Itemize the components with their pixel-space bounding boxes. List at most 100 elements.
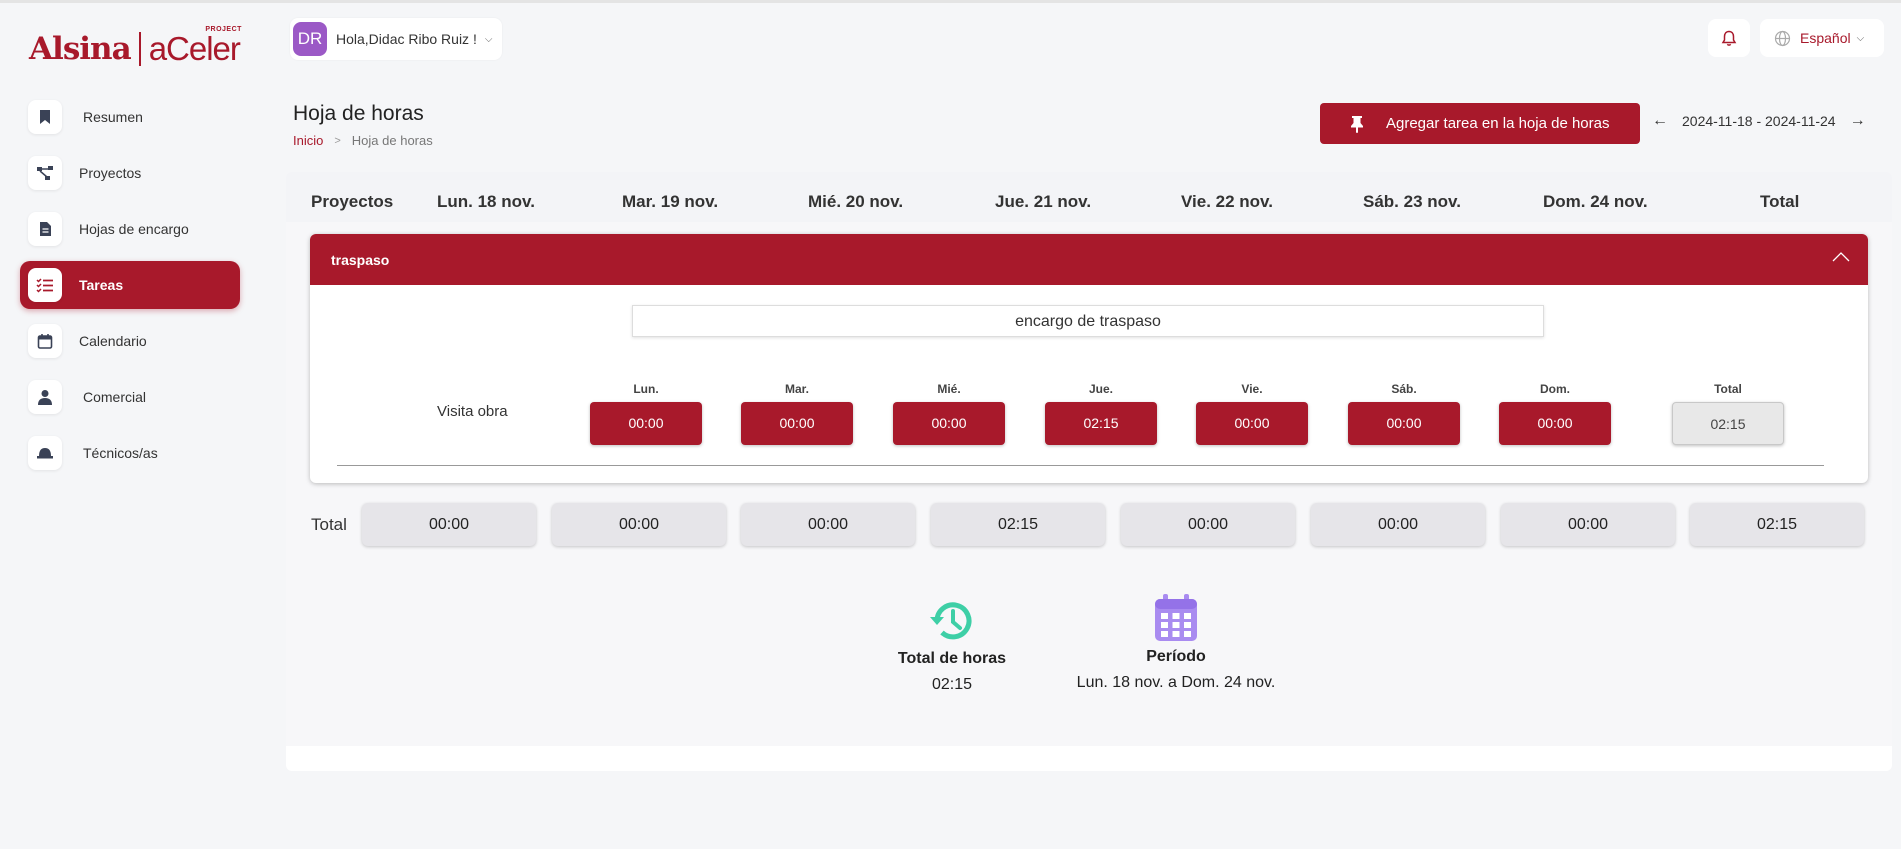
- calendar-icon: [1155, 594, 1197, 641]
- chevron-down-icon: ⌵: [1856, 32, 1865, 44]
- day-cell-fri: Vie. 00:00: [1196, 382, 1308, 445]
- column-header-tue: Mar. 19 nov.: [622, 192, 719, 211]
- total-fri: 00:00: [1121, 503, 1295, 546]
- total-week: 02:15: [1690, 503, 1864, 546]
- hours-input-tue[interactable]: 00:00: [741, 402, 853, 445]
- day-label: Jue.: [1088, 382, 1113, 396]
- week-range: 2024-11-18 - 2024-11-24: [1682, 113, 1836, 129]
- total-mon: 00:00: [362, 503, 536, 546]
- day-label: Vie.: [1241, 382, 1263, 396]
- project-name: traspaso: [331, 251, 390, 268]
- order-label: encargo de traspaso: [632, 305, 1544, 337]
- column-header-sun: Dom. 24 nov.: [1543, 192, 1648, 211]
- column-header-sat: Sáb. 23 nov.: [1363, 192, 1461, 211]
- sidebar-item-hojas-de-encargo[interactable]: Hojas de encargo: [20, 205, 240, 253]
- sidebar-item-label: Resumen: [83, 109, 143, 125]
- day-label: Dom.: [1540, 382, 1570, 396]
- top-border: [0, 0, 1901, 3]
- bookmark-icon: [28, 100, 62, 134]
- period-label: Período: [1146, 648, 1206, 665]
- day-cell-total: Total 02:15: [1672, 382, 1784, 445]
- hours-input-fri[interactable]: 00:00: [1196, 402, 1308, 445]
- user-menu[interactable]: DR Hola,Didac Ribo Ruiz ! ⌵: [290, 18, 502, 60]
- hours-input-mon[interactable]: 00:00: [590, 402, 702, 445]
- period-summary: Período Lun. 18 nov. a Dom. 24 nov.: [1056, 593, 1296, 692]
- total-hours-label: Total de horas: [897, 650, 1007, 667]
- sidebar-item-label: Tareas: [79, 277, 124, 293]
- total-sun: 00:00: [1501, 503, 1675, 546]
- day-label: Lun.: [633, 382, 659, 396]
- task-name: Visita obra: [437, 403, 508, 420]
- hours-input-thu[interactable]: 02:15: [1045, 402, 1157, 445]
- document-icon: [28, 212, 62, 246]
- bell-icon: [1721, 30, 1737, 46]
- sidebar-item-label: Comercial: [83, 389, 147, 405]
- globe-icon: [1774, 30, 1791, 46]
- column-header-total: Total: [1760, 192, 1800, 211]
- calendar-icon: [28, 324, 62, 358]
- history-icon: [930, 602, 972, 640]
- sidebar-item-resumen[interactable]: Resumen: [20, 93, 240, 141]
- sidebar-item-label: Proyectos: [79, 165, 142, 181]
- brand-name: Alsina: [29, 31, 132, 67]
- add-task-label: Agregar tarea en la hoja de horas: [1386, 115, 1610, 132]
- page-title: Hoja de horas: [293, 102, 424, 125]
- logo-divider: [138, 32, 141, 66]
- day-label: Total: [1714, 382, 1742, 396]
- chevron-right-icon: >: [334, 134, 341, 147]
- sidebar-item-tareas[interactable]: Tareas: [20, 261, 240, 309]
- language-selector[interactable]: Español ⌵: [1760, 19, 1884, 57]
- hours-input-sat[interactable]: 00:00: [1348, 402, 1460, 445]
- avatar: DR: [293, 22, 327, 56]
- day-label: Mié.: [937, 382, 961, 396]
- arrow-left-icon[interactable]: ←: [1652, 112, 1668, 130]
- user-icon: [28, 380, 62, 414]
- project-header[interactable]: traspaso: [310, 234, 1868, 285]
- total-hours-summary: Total de horas 02:15: [880, 597, 1024, 694]
- day-label: Sáb.: [1391, 382, 1417, 396]
- period-value: Lun. 18 nov. a Dom. 24 nov.: [1076, 674, 1276, 691]
- task-total-value: 02:15: [1672, 402, 1784, 445]
- project-card: traspaso encargo de traspaso Visita obra…: [310, 234, 1868, 483]
- helmet-icon: [28, 436, 62, 470]
- divider: [337, 465, 1824, 466]
- arrow-right-icon[interactable]: →: [1850, 112, 1866, 130]
- chevron-up-icon[interactable]: [1832, 249, 1850, 265]
- sidebar-item-proyectos[interactable]: Proyectos: [20, 149, 240, 197]
- column-header-mon: Lun. 18 nov.: [437, 192, 535, 211]
- product-name: aCeler PROJECT: [148, 26, 242, 67]
- sidebar-item-label: Hojas de encargo: [79, 221, 189, 237]
- hours-input-sun[interactable]: 00:00: [1499, 402, 1611, 445]
- table-header: Proyectos Lun. 18 nov. Mar. 19 nov. Mié.…: [286, 172, 1892, 222]
- total-hours-value: 02:15: [931, 676, 973, 693]
- breadcrumb-home-link[interactable]: Inicio: [293, 133, 323, 148]
- sidebar-item-tecnicos[interactable]: Técnicos/as: [20, 429, 240, 477]
- sidebar-item-comercial[interactable]: Comercial: [20, 373, 240, 421]
- user-greeting: Hola,Didac Ribo Ruiz !: [336, 31, 477, 47]
- day-cell-mon: Lun. 00:00: [590, 382, 702, 445]
- day-cell-tue: Mar. 00:00: [741, 382, 853, 445]
- chevron-down-icon: ⌵: [484, 33, 493, 45]
- add-task-button[interactable]: Agregar tarea en la hoja de horas: [1320, 103, 1640, 144]
- sidebar-item-calendario[interactable]: Calendario: [20, 317, 240, 365]
- day-cell-thu: Jue. 02:15: [1045, 382, 1157, 445]
- total-thu: 02:15: [931, 503, 1105, 546]
- breadcrumb: Inicio > Hoja de horas: [293, 133, 433, 148]
- pin-icon: [1351, 115, 1363, 133]
- task-list-icon: [28, 268, 62, 302]
- column-header-fri: Vie. 22 nov.: [1181, 192, 1273, 211]
- breadcrumb-current: Hoja de horas: [351, 133, 433, 148]
- share-nodes-icon: [28, 156, 62, 190]
- sidebar: Resumen Proyectos Hojas de encargo Tarea…: [20, 93, 240, 485]
- total-sat: 00:00: [1311, 503, 1485, 546]
- day-label: Mar.: [784, 382, 809, 396]
- notifications-button[interactable]: [1708, 19, 1750, 57]
- day-cell-wed: Mié. 00:00: [893, 382, 1005, 445]
- card-footer: [286, 746, 1892, 771]
- brand-logo[interactable]: Alsina aCeler PROJECT: [29, 26, 242, 70]
- total-tue: 00:00: [552, 503, 726, 546]
- day-cell-sat: Sáb. 00:00: [1348, 382, 1460, 445]
- week-navigator: ← 2024-11-18 - 2024-11-24 →: [1652, 112, 1866, 130]
- hours-input-wed[interactable]: 00:00: [893, 402, 1005, 445]
- column-header-wed: Mié. 20 nov.: [808, 192, 904, 211]
